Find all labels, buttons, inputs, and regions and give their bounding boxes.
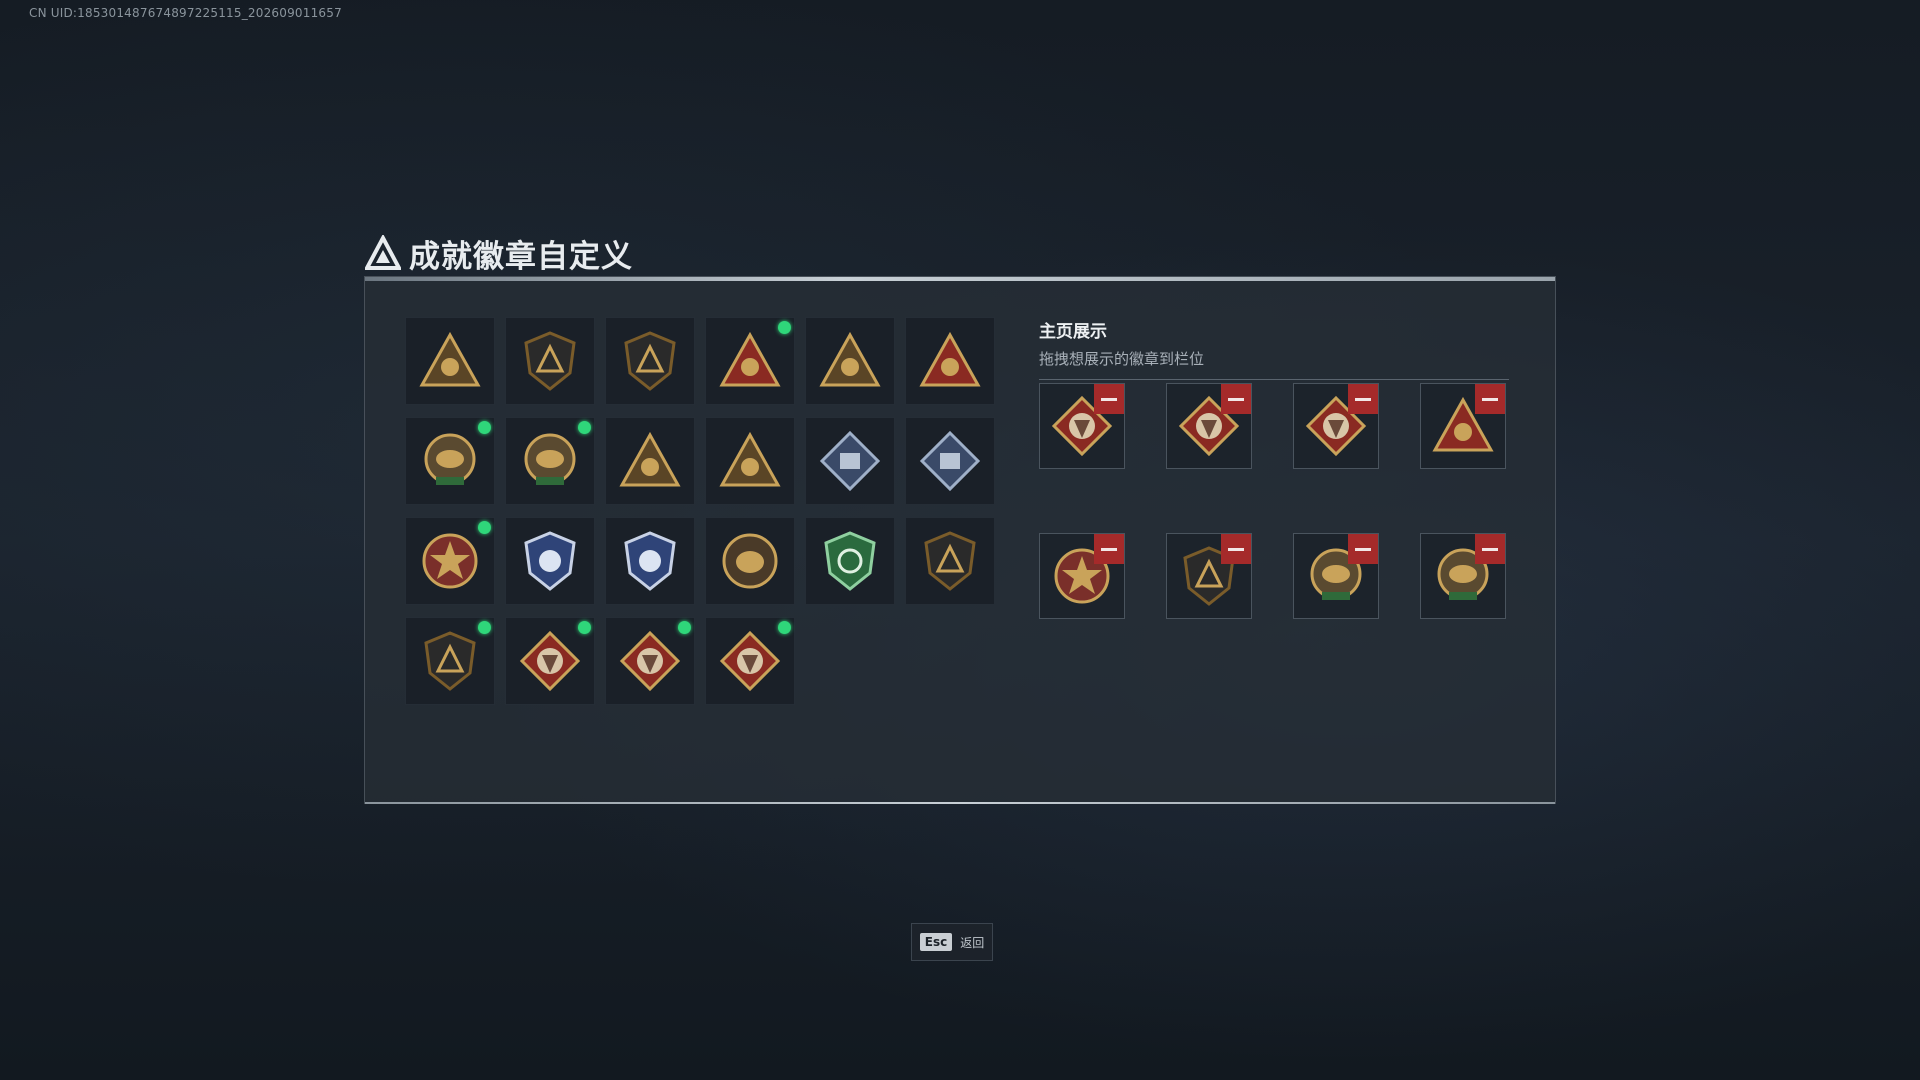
hand-sign-triangle-badge-icon xyxy=(719,331,781,387)
new-indicator-dot xyxy=(778,621,791,634)
remove-badge-button[interactable] xyxy=(1475,534,1505,564)
badge-customize-panel: 主页展示 拖拽想展示的徽章到栏位 xyxy=(364,276,1556,804)
helicopter-shield-badge-icon xyxy=(524,331,576,391)
no-rifle-shield-badge-icon xyxy=(924,531,976,591)
badge-cell[interactable] xyxy=(405,617,495,705)
crossed-rifles-shield-badge-icon xyxy=(424,631,476,691)
runner-diamond-badge-icon xyxy=(719,630,781,692)
minus-icon xyxy=(1482,547,1498,551)
remove-badge-button[interactable] xyxy=(1348,534,1378,564)
minus-icon xyxy=(1228,397,1244,401)
remove-badge-button[interactable] xyxy=(1221,534,1251,564)
showcase-title: 主页展示 xyxy=(1039,322,1107,342)
minus-icon xyxy=(1101,397,1117,401)
minus-icon xyxy=(1482,397,1498,401)
minus-icon xyxy=(1355,547,1371,551)
new-indicator-dot xyxy=(678,621,691,634)
badge-cell[interactable] xyxy=(605,517,695,605)
badge-cell[interactable] xyxy=(505,617,595,705)
showcase-slot[interactable] xyxy=(1293,533,1379,619)
showcase-subtitle: 拖拽想展示的徽章到栏位 xyxy=(1039,350,1205,368)
jet-shield-badge-icon xyxy=(624,331,676,391)
badge-cell[interactable] xyxy=(705,417,795,505)
new-indicator-dot xyxy=(478,421,491,434)
showcase-slot[interactable] xyxy=(1293,383,1379,469)
new-indicator-dot xyxy=(778,321,791,334)
tank-diamond-badge-icon xyxy=(919,430,981,492)
showcase-slot[interactable] xyxy=(1039,533,1125,619)
remove-badge-button[interactable] xyxy=(1348,384,1378,414)
badge-cell[interactable] xyxy=(705,517,795,605)
panel-bottom-divider xyxy=(365,802,1555,804)
badge-cell[interactable] xyxy=(605,617,695,705)
page-title: 成就徽章自定义 xyxy=(409,238,633,275)
bread-triangle-badge-icon xyxy=(819,331,881,387)
badge-cell[interactable] xyxy=(505,417,595,505)
triangle-shield-badge-icon xyxy=(419,331,481,387)
star-medal-badge-icon xyxy=(422,533,478,589)
delta-logo-icon xyxy=(365,235,401,270)
badge-cell[interactable] xyxy=(405,317,495,405)
new-indicator-dot xyxy=(478,521,491,534)
badge-cell[interactable] xyxy=(805,517,895,605)
new-indicator-dot xyxy=(578,621,591,634)
number-one-triangle-badge-icon xyxy=(919,331,981,387)
showcase-slot[interactable] xyxy=(1039,383,1125,469)
remove-badge-button[interactable] xyxy=(1475,384,1505,414)
showcase-slot[interactable] xyxy=(1420,533,1506,619)
badge-cell[interactable] xyxy=(905,417,995,505)
delta-force-2025-badge-icon xyxy=(524,433,576,485)
cube-diamond-badge-icon xyxy=(819,430,881,492)
showcase-divider xyxy=(1039,379,1509,380)
badge-cell[interactable] xyxy=(705,617,795,705)
wolf-diamond-badge-icon xyxy=(519,630,581,692)
minus-icon xyxy=(1101,547,1117,551)
minus-icon xyxy=(1228,547,1244,551)
uid-label: CN UID:185301487674897225115_20260901165… xyxy=(29,6,342,20)
badge-collection-grid xyxy=(405,317,995,705)
showcase-slot[interactable] xyxy=(1166,383,1252,469)
badge-cell[interactable] xyxy=(805,317,895,405)
remove-badge-button[interactable] xyxy=(1094,384,1124,414)
new-indicator-dot xyxy=(578,421,591,434)
soldier-triangle-badge-icon xyxy=(619,431,681,487)
homepage-showcase: 主页展示 拖拽想展示的徽章到栏位 xyxy=(1039,317,1509,619)
page-header: 成就徽章自定义 xyxy=(365,230,633,276)
mask-round-badge-icon xyxy=(722,533,778,589)
screen-background: CN UID:185301487674897225115_20260901165… xyxy=(0,0,1920,1080)
remove-badge-button[interactable] xyxy=(1094,534,1124,564)
badge-cell[interactable] xyxy=(505,517,595,605)
crocodile-emblem-badge-icon xyxy=(424,433,476,485)
remove-badge-button[interactable] xyxy=(1221,384,1251,414)
panel-top-divider xyxy=(365,277,1555,281)
badge-cell[interactable] xyxy=(605,417,695,505)
dragon-diamond-badge-icon xyxy=(619,630,681,692)
showcase-slot[interactable] xyxy=(1420,383,1506,469)
showcase-slot[interactable] xyxy=(1166,533,1252,619)
blue-police-shield-badge-icon xyxy=(524,531,576,591)
badge-cell[interactable] xyxy=(605,317,695,405)
badge-cell[interactable] xyxy=(405,417,495,505)
badge-cell[interactable] xyxy=(705,317,795,405)
green-crosshair-shield-badge-icon xyxy=(824,531,876,591)
badge-cell[interactable] xyxy=(905,517,995,605)
badge-cell[interactable] xyxy=(805,417,895,505)
badge-cell[interactable] xyxy=(905,317,995,405)
back-label: 返回 xyxy=(960,935,985,950)
blue-gem-shield-badge-icon xyxy=(624,531,676,591)
back-button[interactable]: Esc 返回 xyxy=(911,923,993,961)
badge-cell[interactable] xyxy=(505,317,595,405)
minus-icon xyxy=(1355,397,1371,401)
esc-key-hint: Esc xyxy=(919,933,953,951)
squad-triangle-badge-icon xyxy=(719,431,781,487)
badge-cell[interactable] xyxy=(405,517,495,605)
new-indicator-dot xyxy=(478,621,491,634)
